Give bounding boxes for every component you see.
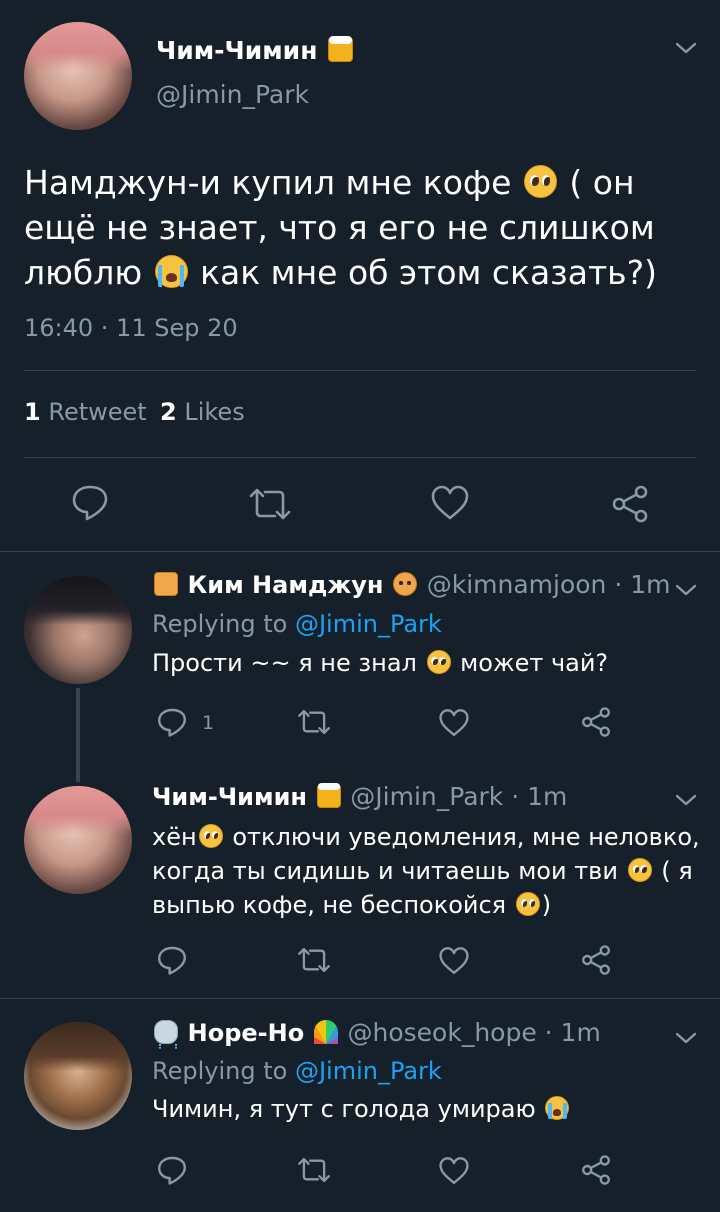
author-handle[interactable]: @hoseok_hope · 1m	[348, 1018, 601, 1047]
replying-label: Replying to	[152, 1057, 288, 1085]
pleading-face-icon	[198, 823, 223, 848]
author-name-row[interactable]: Чим-Чимин	[156, 35, 355, 65]
replying-label: Replying to	[152, 610, 288, 638]
author-name[interactable]: Чим-Чимин	[156, 36, 317, 65]
author-handle[interactable]: @kimnamjoon · 1m	[427, 570, 671, 599]
retweet-stat[interactable]: 1 Retweet	[24, 398, 147, 426]
mention-link[interactable]: @Jimin_Park	[295, 1057, 442, 1085]
reply-text-part: хён	[152, 823, 197, 851]
reply-text: Чимин, я тут с голода умираю	[152, 1095, 571, 1123]
retweet-icon[interactable]	[247, 486, 293, 526]
dog-face-emoji-icon	[393, 571, 418, 596]
retweet-icon[interactable]	[296, 708, 332, 740]
pleading-face-icon	[627, 857, 652, 882]
cloud-rain-emoji-icon	[154, 1019, 178, 1050]
reply-icon[interactable]	[156, 706, 188, 742]
avatar[interactable]	[24, 786, 132, 894]
reply-icon[interactable]	[70, 482, 110, 526]
timestamp[interactable]: 16:40 · 11 Sep 20	[24, 314, 238, 342]
pleading-face-icon	[523, 164, 557, 198]
retweet-count: 1	[24, 398, 41, 426]
heart-icon[interactable]	[438, 1156, 470, 1190]
reply-header: Ким Намджун @kimnamjoon · 1m	[152, 570, 671, 599]
like-count: 2	[160, 398, 177, 426]
heart-icon[interactable]	[430, 484, 470, 526]
divider	[0, 998, 720, 999]
reply-header: Hope-Ho @hoseok_hope · 1m	[152, 1018, 601, 1050]
retweet-icon[interactable]	[296, 946, 332, 978]
chevron-down-icon[interactable]	[674, 792, 698, 808]
reply-count: 1	[202, 712, 215, 734]
reply-text: хён отключи уведомления, мне неловко, ко…	[152, 820, 700, 922]
reply-header: Чим-Чимин @Jimin_Park · 1m	[152, 782, 567, 811]
tweet-text-part: Намджун-и купил мне кофе	[24, 163, 512, 202]
retweet-icon[interactable]	[296, 1156, 332, 1188]
reply-icon[interactable]	[156, 944, 188, 980]
pleading-face-icon	[426, 649, 451, 674]
beer-emoji-icon	[328, 35, 354, 62]
share-icon[interactable]	[580, 706, 612, 742]
chevron-down-icon[interactable]	[674, 40, 698, 56]
avatar[interactable]	[24, 22, 132, 130]
avatar[interactable]	[24, 576, 132, 684]
tweet-text: Намджун-и купил мне кофе ( он ещё не зна…	[24, 160, 704, 295]
divider	[0, 551, 720, 552]
share-icon[interactable]	[610, 484, 650, 528]
divider	[24, 457, 696, 458]
share-icon[interactable]	[580, 944, 612, 980]
replying-to: Replying to @Jimin_Park	[152, 610, 442, 638]
replying-to: Replying to @Jimin_Park	[152, 1057, 442, 1085]
crying-face-icon	[545, 1095, 570, 1120]
reply-icon[interactable]	[156, 1154, 188, 1190]
share-icon[interactable]	[580, 1154, 612, 1190]
reply-text-part: выпью кофе, не беспокойся	[152, 891, 507, 919]
avatar[interactable]	[24, 1022, 132, 1130]
divider	[24, 370, 696, 371]
reply-text-part: отключи уведомления, мне неловко,	[232, 823, 700, 851]
author-name[interactable]: Ким Намджун	[188, 571, 384, 599]
reply-text: Прости ~~ я не знал может чай?	[152, 649, 608, 677]
chevron-down-icon[interactable]	[674, 582, 698, 598]
like-stat[interactable]: 2 Likes	[160, 398, 245, 426]
reply-text-part: Прости ~~ я не знал	[152, 649, 417, 677]
author-name[interactable]: Hope-Ho	[188, 1019, 305, 1047]
reply-text-part: Чимин, я тут с голода умираю	[152, 1095, 536, 1123]
mention-link[interactable]: @Jimin_Park	[295, 610, 442, 638]
heart-icon[interactable]	[438, 708, 470, 742]
thread-line	[76, 688, 80, 782]
author-name[interactable]: Чим-Чимин	[152, 783, 307, 811]
beer-emoji-icon	[316, 782, 341, 808]
shiba-emoji-icon	[154, 571, 178, 596]
tweet-text-part: люблю	[24, 253, 143, 292]
tweet-text-part: как мне об этом сказать?)	[200, 253, 658, 292]
author-handle[interactable]: @Jimin_Park · 1m	[350, 782, 567, 811]
crying-face-icon	[154, 254, 188, 288]
reply-text-part: ( я	[661, 857, 693, 885]
author-handle[interactable]: @Jimin_Park	[156, 80, 309, 109]
reply-text-part: может чай?	[460, 649, 609, 677]
pleading-face-icon	[515, 891, 540, 916]
reply-text-part: )	[541, 891, 552, 919]
rainbow-emoji-icon	[313, 1019, 338, 1044]
heart-icon[interactable]	[438, 946, 470, 980]
reply-text-part: когда ты сидишь и читаешь мои тви	[152, 857, 618, 885]
like-label: Likes	[184, 398, 245, 426]
chevron-down-icon[interactable]	[674, 1030, 698, 1046]
retweet-label: Retweet	[48, 398, 147, 426]
